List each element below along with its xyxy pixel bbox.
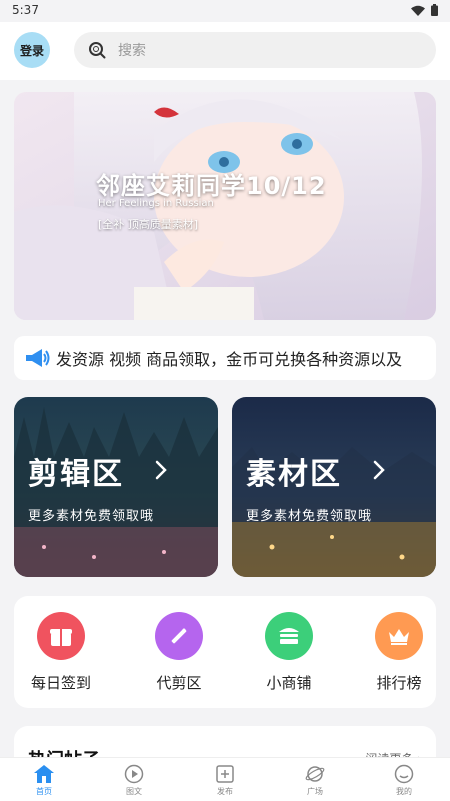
login-button[interactable]: 登录 bbox=[14, 32, 50, 68]
status-time: 5:37 bbox=[12, 3, 39, 17]
banner-subtitle-en: Her Feelings in Russian bbox=[98, 198, 214, 209]
zone-title: 素材区 bbox=[246, 457, 342, 492]
home-icon bbox=[34, 765, 54, 783]
quick-link-label: 每日签到 bbox=[30, 674, 91, 692]
plus-square-icon bbox=[216, 765, 234, 783]
quick-link-leaderboard[interactable]: 排行榜 bbox=[354, 612, 444, 693]
chevron-right-icon bbox=[373, 460, 385, 480]
zone-card-materials[interactable]: 素材区 更多素材免费领取哦 bbox=[232, 397, 436, 577]
banner-carousel[interactable]: 邻座艾莉同学10/12 Her Feelings in Russian [全补 … bbox=[14, 92, 436, 320]
search-icon bbox=[89, 42, 106, 59]
nav-label: 广场 bbox=[307, 787, 323, 796]
announcement-text: 发资源 视频 商品领取，金币可兑换各种资源以及 bbox=[56, 350, 403, 369]
search-placeholder: 搜索 bbox=[118, 43, 146, 59]
quick-link-proxy-edit[interactable]: 代剪区 bbox=[134, 612, 224, 693]
top-bar: 登录 搜索 bbox=[0, 22, 450, 80]
status-icons bbox=[411, 4, 438, 16]
banner-subtitle-cn: [全补 顶高质量素材] bbox=[98, 218, 199, 231]
nav-tab-home[interactable]: 首页 bbox=[14, 764, 74, 797]
nav-tab-posts[interactable]: 图文 bbox=[104, 764, 164, 797]
nav-tab-profile[interactable]: 我的 bbox=[374, 764, 434, 797]
smile-icon bbox=[394, 764, 414, 784]
zone-subtitle: 更多素材免费领取哦 bbox=[28, 509, 155, 524]
announcement-bar[interactable]: 发资源 视频 商品领取，金币可兑换各种资源以及 bbox=[14, 336, 436, 380]
battery-icon bbox=[431, 4, 438, 16]
bottom-navigation: 首页 图文 发布 广场 我的 bbox=[0, 757, 450, 801]
zone-card-editing[interactable]: 剪辑区 更多素材免费领取哦 bbox=[14, 397, 218, 577]
nav-label: 我的 bbox=[396, 787, 412, 796]
status-bar: 5:37 bbox=[0, 0, 450, 22]
quick-link-label: 代剪区 bbox=[156, 674, 202, 692]
gift-box-icon bbox=[37, 612, 85, 660]
quick-links-panel: 每日签到 代剪区 小商铺 排行榜 bbox=[14, 596, 436, 708]
banner-illustration bbox=[14, 92, 436, 320]
zone-subtitle: 更多素材免费领取哦 bbox=[246, 509, 373, 524]
chevron-right-icon bbox=[155, 460, 167, 480]
search-input[interactable]: 搜索 bbox=[74, 32, 436, 68]
banner-title: 邻座艾莉同学10/12 bbox=[96, 172, 327, 200]
crown-icon bbox=[375, 612, 423, 660]
quick-link-shop[interactable]: 小商铺 bbox=[244, 612, 334, 693]
login-label: 登录 bbox=[19, 43, 44, 58]
nav-tab-publish[interactable]: 发布 bbox=[195, 764, 255, 797]
quick-link-daily-checkin[interactable]: 每日签到 bbox=[16, 612, 106, 693]
play-circle-icon bbox=[124, 764, 144, 784]
quick-link-label: 小商铺 bbox=[266, 674, 312, 692]
megaphone-icon bbox=[26, 349, 50, 367]
wifi-icon bbox=[411, 5, 425, 16]
nav-label: 发布 bbox=[217, 787, 233, 796]
zone-title: 剪辑区 bbox=[28, 457, 124, 492]
nav-tab-plaza[interactable]: 广场 bbox=[285, 764, 345, 797]
nav-label: 首页 bbox=[36, 787, 52, 796]
quick-link-label: 排行榜 bbox=[376, 674, 422, 692]
planet-icon bbox=[305, 766, 325, 782]
nav-label: 图文 bbox=[126, 787, 142, 796]
shop-icon bbox=[265, 612, 313, 660]
magic-wand-icon bbox=[155, 612, 203, 660]
